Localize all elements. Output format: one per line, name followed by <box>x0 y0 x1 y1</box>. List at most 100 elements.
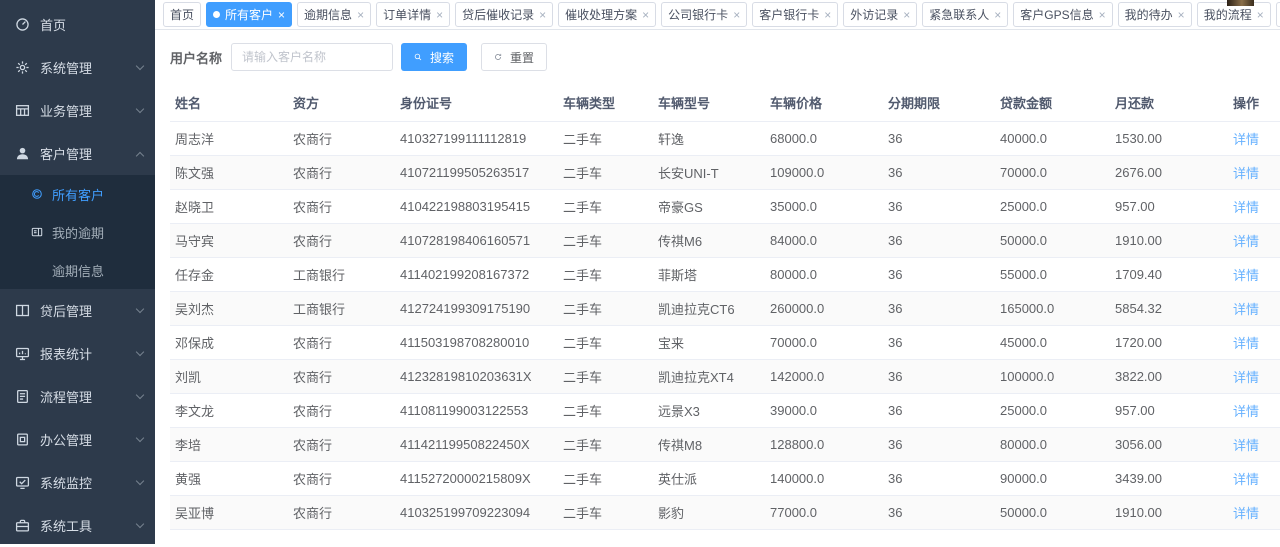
close-icon[interactable]: × <box>539 9 546 21</box>
detail-link[interactable]: 详情 <box>1233 404 1259 419</box>
close-icon[interactable]: × <box>642 9 649 21</box>
column-header: 身份证号 <box>395 84 558 122</box>
tab-customer-bank-card[interactable]: 客户银行卡× <box>752 2 838 27</box>
sidebar-item-customer-mgmt[interactable]: 客户管理 <box>0 132 155 175</box>
tab-emergency-contact[interactable]: 紧急联系人× <box>922 2 1008 27</box>
tab-sign-task[interactable]: 代签任务× <box>1276 2 1280 27</box>
customer-name-input[interactable] <box>231 43 393 71</box>
tab-label: 所有客户 <box>225 6 273 23</box>
chevron-down-icon <box>136 391 144 399</box>
close-icon[interactable]: × <box>1099 9 1106 21</box>
chevron-down-icon <box>136 105 144 113</box>
table-cell: 1910.00 <box>1110 496 1228 530</box>
table-cell: 二手车 <box>558 462 653 496</box>
tab-company-bank-card[interactable]: 公司银行卡× <box>661 2 747 27</box>
detail-link[interactable]: 详情 <box>1233 506 1259 521</box>
close-icon[interactable]: × <box>824 9 831 21</box>
sidebar-item-all-customers[interactable]: 所有客户 <box>0 175 155 213</box>
sidebar-item-system-monitor[interactable]: 系统监控 <box>0 461 155 504</box>
detail-link[interactable]: 详情 <box>1233 336 1259 351</box>
table-cell: 影豹 <box>653 496 765 530</box>
reset-button[interactable]: 重置 <box>481 43 547 71</box>
table-cell: 凯迪拉克CT6 <box>653 292 765 326</box>
tab-postloan-collection-record[interactable]: 贷后催收记录× <box>455 2 553 27</box>
detail-link[interactable]: 详情 <box>1233 370 1259 385</box>
close-icon[interactable]: × <box>733 9 740 21</box>
detail-link[interactable]: 详情 <box>1233 268 1259 283</box>
tab-home[interactable]: 首页 <box>163 2 201 27</box>
tab-order-detail[interactable]: 订单详情× <box>376 2 450 27</box>
avatar[interactable] <box>1227 0 1254 6</box>
table-cell: 二手车 <box>558 224 653 258</box>
table-cell: 36 <box>883 156 995 190</box>
sidebar-item-overdue-info[interactable]: 逾期信息 <box>0 251 155 289</box>
table-cell: 传祺M8 <box>653 428 765 462</box>
table-row: 马守宾农商行410728198406160571二手车传祺M684000.036… <box>170 224 1280 258</box>
detail-link[interactable]: 详情 <box>1233 200 1259 215</box>
table-cell: 36 <box>883 428 995 462</box>
close-icon[interactable]: × <box>1257 9 1264 21</box>
sidebar-item-label: 逾期信息 <box>52 261 104 280</box>
table-cell: 25000.0 <box>995 190 1110 224</box>
detail-link[interactable]: 详情 <box>1233 472 1259 487</box>
close-icon[interactable]: × <box>278 9 285 21</box>
tab-customer-gps[interactable]: 客户GPS信息 × <box>1013 2 1112 27</box>
table-row: 吴刘杰工商银行412724199309175190二手车凯迪拉克CT626000… <box>170 292 1280 326</box>
app-window: 首页系统管理业务管理客户管理所有客户我的逾期逾期信息贷后管理报表统计流程管理办公… <box>0 0 1280 544</box>
table-cell: 农商行 <box>288 224 395 258</box>
tab-my-todo[interactable]: 我的待办 × <box>1118 2 1192 27</box>
close-icon[interactable]: × <box>903 9 910 21</box>
detail-link[interactable]: 详情 <box>1233 132 1259 147</box>
sidebar-item-label: 办公管理 <box>40 430 92 449</box>
tab-label: 客户GPS信息 <box>1020 6 1093 23</box>
table-cell-action: 详情 <box>1228 224 1280 258</box>
sidebar-item-home[interactable]: 首页 <box>0 3 155 46</box>
close-icon[interactable]: × <box>436 9 443 21</box>
close-icon[interactable]: × <box>1178 9 1185 21</box>
sidebar-item-report-stats[interactable]: 报表统计 <box>0 332 155 375</box>
sidebar-item-label: 贷后管理 <box>40 301 92 320</box>
sidebar-item-business-mgmt[interactable]: 业务管理 <box>0 89 155 132</box>
gear-icon <box>14 60 30 76</box>
column-header: 月还款 <box>1110 84 1228 122</box>
table-cell: 36 <box>883 122 995 156</box>
sidebar-item-system-tools[interactable]: 系统工具 <box>0 504 155 547</box>
detail-link[interactable]: 详情 <box>1233 438 1259 453</box>
table-cell: 36 <box>883 394 995 428</box>
detail-link[interactable]: 详情 <box>1233 166 1259 181</box>
sidebar-item-office-mgmt[interactable]: 办公管理 <box>0 418 155 461</box>
table-cell: 90000.0 <box>995 462 1110 496</box>
table-cell: 农商行 <box>288 428 395 462</box>
table-cell: 411081199003122553 <box>395 394 558 428</box>
table-row: 任存金工商银行411402199208167372二手车菲斯塔80000.036… <box>170 258 1280 292</box>
close-icon[interactable]: × <box>994 9 1001 21</box>
close-icon[interactable]: × <box>357 9 364 21</box>
table-cell: 410728198406160571 <box>395 224 558 258</box>
sidebar-item-label: 客户管理 <box>40 144 92 163</box>
table-header-row: 姓名资方身份证号车辆类型车辆型号车辆价格分期期限贷款金额月还款操作 <box>170 84 1280 122</box>
sidebar: 首页系统管理业务管理客户管理所有客户我的逾期逾期信息贷后管理报表统计流程管理办公… <box>0 0 155 544</box>
sidebar-item-postloan-mgmt[interactable]: 贷后管理 <box>0 289 155 332</box>
table-row: 黄强农商行41152720000215809X二手车英仕派140000.0369… <box>170 462 1280 496</box>
table-row: 邓保成农商行411503198708280010二手车宝来70000.03645… <box>170 326 1280 360</box>
detail-link[interactable]: 详情 <box>1233 234 1259 249</box>
table-cell-action: 详情 <box>1228 156 1280 190</box>
sidebar-item-flow-mgmt[interactable]: 流程管理 <box>0 375 155 418</box>
tab-visit-record[interactable]: 外访记录× <box>843 2 917 27</box>
sidebar-item-system-mgmt[interactable]: 系统管理 <box>0 46 155 89</box>
search-toolbar: 用户名称 搜索 重置 <box>155 30 1280 84</box>
tab-all-customers[interactable]: 所有客户 × <box>206 2 292 27</box>
tab-label: 我的待办 <box>1125 6 1173 23</box>
table-cell <box>765 530 883 545</box>
sidebar-item-my-overdue[interactable]: 我的逾期 <box>0 213 155 251</box>
table-cell: 411402199208167372 <box>395 258 558 292</box>
gauge-icon <box>14 17 30 33</box>
tab-collection-plan[interactable]: 催收处理方案× <box>558 2 656 27</box>
detail-link[interactable]: 详情 <box>1233 302 1259 317</box>
table-cell-action: 详情 <box>1228 122 1280 156</box>
table-cell: 二手车 <box>558 394 653 428</box>
tab-overdue-info[interactable]: 逾期信息× <box>297 2 371 27</box>
column-header: 车辆价格 <box>765 84 883 122</box>
table-cell: 轩逸 <box>653 122 765 156</box>
search-button[interactable]: 搜索 <box>401 43 467 71</box>
